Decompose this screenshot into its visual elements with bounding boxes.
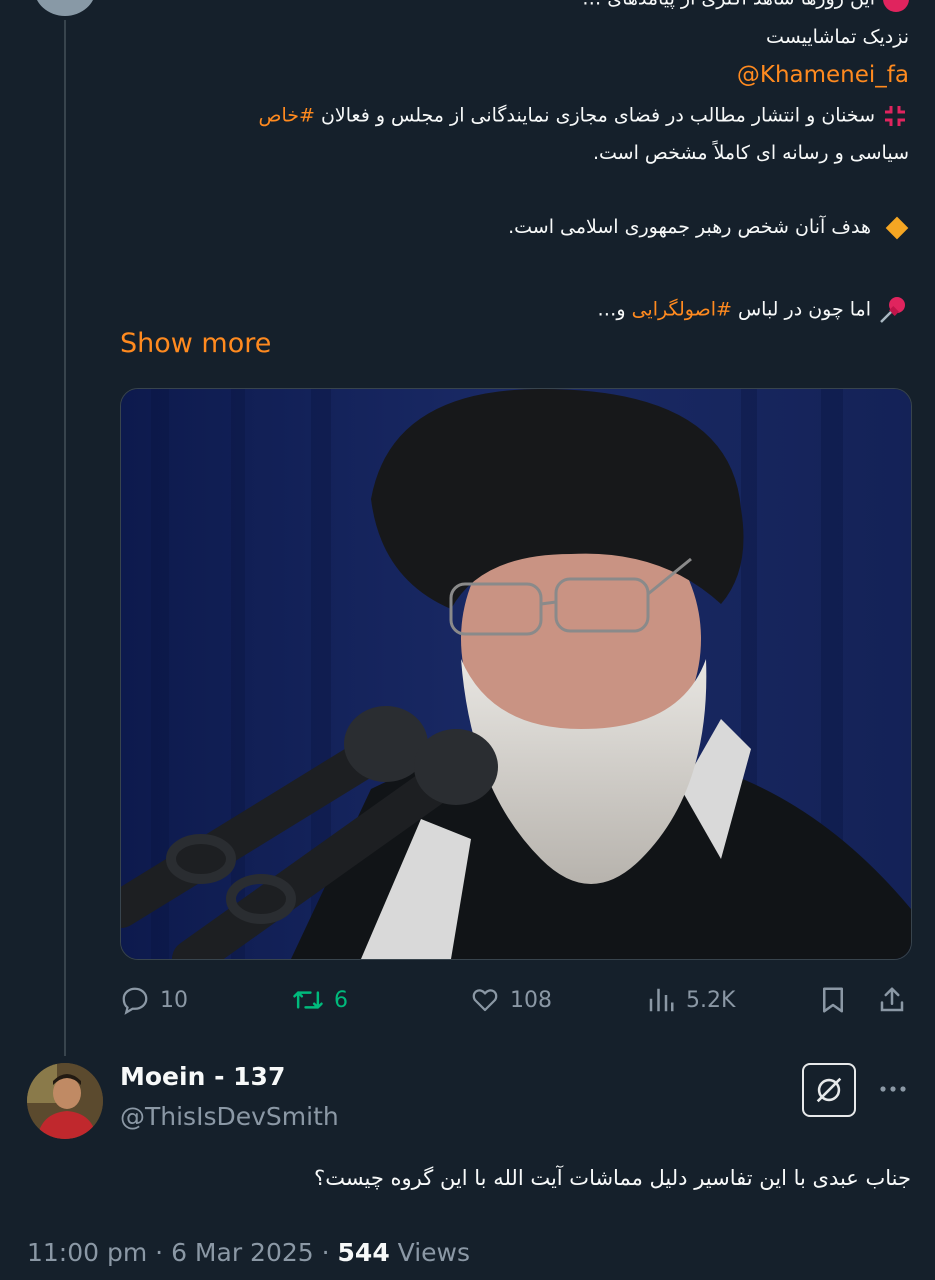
show-more-link[interactable]: Show more [120, 328, 271, 359]
tweet-action-bar: 10 6 108 5.2K [120, 978, 910, 1022]
photo-illustration [121, 389, 911, 959]
grok-button[interactable] [802, 1063, 856, 1117]
grok-icon [816, 1077, 842, 1103]
like-button[interactable]: 108 [470, 978, 552, 1022]
share-button[interactable] [876, 978, 918, 1022]
reply-author-handle[interactable]: @ThisIsDevSmith [120, 1102, 339, 1131]
more-dots-icon [880, 1086, 906, 1092]
bar-chart-icon [649, 988, 674, 1012]
tweet-text-line: اما چون در لباس #اصولگرایی و… [597, 294, 909, 326]
heart-icon [472, 989, 498, 1012]
share-icon [880, 987, 904, 1012]
reply-author-avatar[interactable] [27, 1063, 103, 1139]
avatar-photo [27, 1063, 103, 1139]
anger-emoji-icon [885, 106, 905, 126]
separator-dot: · [321, 1238, 338, 1267]
more-options-button[interactable] [876, 1072, 910, 1106]
tweet-text-line: نزدیک تماشاییست [766, 26, 909, 48]
comment-icon [122, 987, 148, 1015]
reply-button[interactable]: 10 [120, 978, 188, 1022]
bookmark-button[interactable] [818, 978, 858, 1022]
separator-dot: · [155, 1238, 172, 1267]
mention-link[interactable]: @Khamenei_fa [737, 62, 909, 88]
reply-count: 10 [160, 987, 188, 1013]
like-count: 108 [510, 987, 552, 1013]
views-count-total: 544 [337, 1238, 390, 1267]
hashtag-link[interactable]: #خاص [258, 105, 314, 127]
tweet-metadata: 11:00 pm · 6 Mar 2025 · 544 Views [27, 1238, 470, 1267]
post-time[interactable]: 11:00 pm [27, 1238, 147, 1267]
reply-text: جناب عبدی با این تفاسیر دلیل مماشات آیت … [314, 1166, 911, 1190]
bookmark-icon [823, 987, 843, 1013]
red-circle-emoji-icon [883, 0, 909, 12]
views-count: 5.2K [686, 987, 736, 1013]
tweet-text-line: سیاسی و رسانه ای کاملاً مشخص است. [592, 142, 909, 164]
views-label: Views [397, 1238, 471, 1267]
views-button[interactable]: 5.2K [646, 978, 735, 1022]
hashtag-link[interactable]: #اصولگرایی [632, 299, 732, 321]
thread-connector-line [64, 20, 66, 1056]
tweet-text-line: هدف آنان شخص رهبر جمهوری اسلامی است. [508, 216, 909, 239]
tweet-text-line: سخنان و انتشار مطالب در فضای مجازی نماین… [258, 102, 909, 130]
tweet-text-line-cut: این روزها شاهد اکثری از پیامدهای … [582, 0, 909, 12]
retweet-button[interactable]: 6 [292, 978, 348, 1022]
original-author-avatar[interactable] [34, 0, 96, 16]
reply-author-name[interactable]: Moein - 137 [120, 1062, 285, 1091]
tweet-thread-page: این روزها شاهد اکثری از پیامدهای … نزدیک… [0, 0, 935, 1280]
retweet-count: 6 [334, 987, 348, 1013]
orange-diamond-emoji-icon [885, 216, 909, 239]
retweet-icon [293, 991, 323, 1009]
tweet-media-photo[interactable] [120, 388, 912, 960]
pushpin-emoji-icon [880, 297, 905, 323]
post-date[interactable]: 6 Mar 2025 [171, 1238, 314, 1267]
